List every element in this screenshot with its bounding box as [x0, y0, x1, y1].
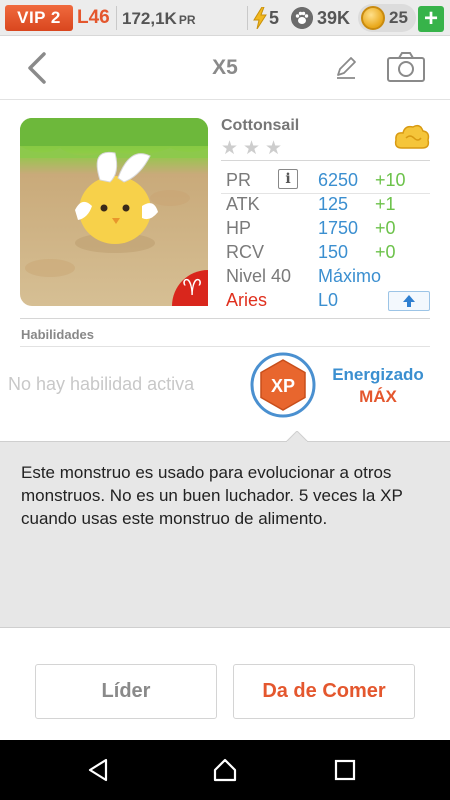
stat-label-hp: HP [226, 218, 252, 238]
stat-bonus-atk: +1 [375, 194, 396, 214]
stat-value-atk: 125 [318, 194, 349, 214]
coins-value: 25 [389, 8, 408, 27]
monster-name: Cottonsail [221, 117, 300, 134]
star-icon: ★ [221, 138, 239, 159]
stat-bonus-hp: +0 [375, 218, 396, 238]
xp-hexagon-icon: XP [250, 352, 316, 418]
camera-icon[interactable] [386, 51, 426, 83]
cloud-element-icon[interactable] [394, 122, 430, 152]
paw-icon [291, 7, 313, 29]
header: X5 [0, 36, 450, 100]
star-icon: ★ [243, 138, 261, 159]
sign-label: Aries [226, 290, 268, 310]
status-bar: VIP 2 L46 172,1K PR 5 39K 25 + [0, 0, 450, 36]
divider [116, 6, 117, 30]
stat-bonus-pr: +10 [375, 170, 406, 190]
info-icon[interactable]: i [278, 169, 298, 189]
stat-value-pr: 6250 [318, 170, 359, 190]
feed-button[interactable]: Da de Comer [233, 664, 415, 719]
stat-value-rcv: 150 [318, 242, 349, 262]
coin-icon [361, 6, 385, 30]
divider [247, 6, 248, 30]
energized-level: MÁX [359, 387, 397, 406]
android-nav-bar [0, 740, 450, 800]
xp-badge[interactable]: XP [250, 352, 316, 418]
monster-illustration [20, 118, 208, 277]
stat-label-pr: PR [226, 170, 252, 190]
xp-badge-text: XP [271, 376, 295, 396]
star-icon: ★ [265, 138, 283, 159]
stat-value-hp: 1750 [318, 218, 359, 238]
level-label: Nivel 40 [226, 266, 292, 286]
sign-upgrade-button[interactable] [388, 291, 430, 311]
divider [20, 318, 430, 319]
monster-description: Este monstruo es usado para evolucionar … [21, 463, 403, 528]
nav-recent-apps-icon[interactable] [334, 759, 356, 781]
star-rating: ★ ★ ★ [221, 139, 284, 158]
nav-home-icon[interactable] [212, 757, 238, 783]
level-value: Máximo [318, 266, 382, 286]
pointer-arrow [286, 431, 308, 442]
no-active-skill-text: No hay habilidad activa [8, 374, 195, 394]
nav-back-icon[interactable] [86, 758, 110, 782]
add-coins-button[interactable]: + [418, 6, 444, 32]
stat-label-atk: ATK [226, 194, 260, 214]
monster-portrait[interactable] [20, 118, 208, 306]
pr-unit: PR [178, 13, 196, 27]
page-title: X5 [212, 56, 238, 79]
total-pr-value: 172,1K [122, 9, 177, 28]
player-level: L46 [77, 7, 110, 28]
leader-button[interactable]: Líder [35, 664, 217, 719]
paws-value: 39K [317, 8, 351, 28]
vip-badge[interactable]: VIP 2 [5, 5, 73, 31]
sign-level-value: L0 [318, 290, 339, 310]
pencil-icon[interactable] [333, 55, 359, 81]
lightning-icon [253, 7, 267, 29]
stat-label-rcv: RCV [226, 242, 265, 262]
divider [221, 160, 430, 161]
energy-value: 5 [269, 8, 280, 28]
arrow-up-icon [403, 295, 415, 307]
skills-title: Habilidades [21, 327, 94, 342]
energized-label: Energizado [332, 365, 424, 384]
stat-bonus-rcv: +0 [375, 242, 396, 262]
total-pr: 172,1K PR [122, 9, 196, 29]
divider [20, 346, 430, 347]
